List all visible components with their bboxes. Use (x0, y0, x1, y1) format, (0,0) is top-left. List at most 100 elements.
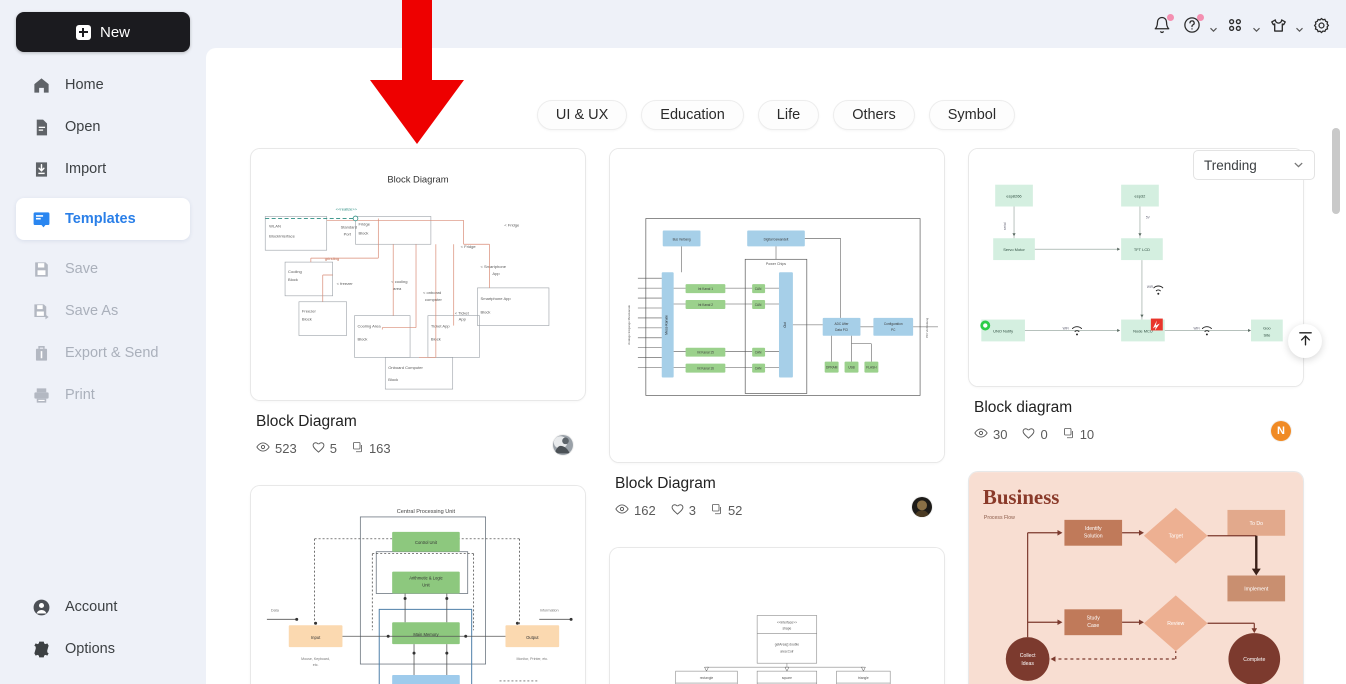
svg-text:getArea():double: getArea():double (775, 642, 800, 646)
views-stat: 162 (615, 502, 656, 519)
sidebar-item-label: Templates (65, 211, 136, 227)
svg-text:USB: USB (848, 366, 855, 370)
svg-text:grinding: grinding (325, 256, 339, 261)
template-grid: Block Diagram WLAN BlockInterface Fridge… (250, 148, 1346, 684)
svg-text:Int Kanal 1: Int Kanal 1 (698, 287, 713, 291)
card-title[interactable]: Block diagram (974, 399, 1304, 417)
avatar[interactable]: N (1270, 420, 1292, 442)
chevron-down-icon[interactable] (1209, 21, 1218, 32)
template-thumbnail[interactable]: Power Chips Bus Verbang Digital Gewandel… (609, 148, 945, 463)
svg-text:Block: Block (431, 336, 442, 341)
svg-text:Mouse, Keyboard,: Mouse, Keyboard, (301, 657, 330, 661)
copies-stat: 163 (352, 441, 391, 456)
svg-text:Data: Data (271, 608, 280, 612)
svg-text:< Fridge: < Fridge (504, 222, 520, 227)
svg-text:area:Colr: area:Colr (780, 649, 794, 653)
sidebar-item-open[interactable]: Open (16, 106, 190, 148)
sidebar-item-save[interactable]: Save (16, 248, 190, 290)
svg-text:esp32: esp32 (1135, 194, 1146, 199)
svg-text:Block Diagram: Block Diagram (387, 174, 448, 185)
category-chip-others[interactable]: Others (833, 100, 915, 130)
sort-dropdown[interactable]: Trending (1193, 150, 1315, 180)
bell-icon[interactable] (1149, 12, 1175, 38)
chip-label: Others (852, 107, 896, 123)
svg-text:CAN: CAN (755, 287, 762, 291)
sidebar-item-options[interactable]: Options (16, 628, 190, 670)
template-card-uml[interactable]: <<interface>> shape getArea():double are… (609, 547, 945, 684)
scroll-to-top-button[interactable] (1288, 324, 1322, 358)
svg-text:Ideas: Ideas (1021, 661, 1034, 667)
svg-text:Freezer: Freezer (302, 309, 317, 314)
copies-stat: 52 (711, 503, 742, 518)
sidebar-item-label: Print (65, 387, 95, 403)
category-chip-life[interactable]: Life (757, 100, 820, 130)
template-card-cpu[interactable]: Central Processing Unit Control Unit Ari… (250, 485, 586, 684)
svg-text:esp8266: esp8266 (1006, 194, 1022, 199)
template-thumbnail[interactable]: Business Process Flow Identify Solution … (968, 471, 1304, 684)
category-chip-symbol[interactable]: Symbol (928, 100, 1016, 130)
template-card-business[interactable]: Business Process Flow Identify Solution … (968, 471, 1304, 684)
avatar-initial: N (1271, 421, 1291, 441)
copy-icon (352, 441, 364, 456)
template-card-block-diagram-2[interactable]: Power Chips Bus Verbang Digital Gewandel… (609, 148, 945, 537)
svg-text:Goo: Goo (1263, 325, 1271, 330)
card-title[interactable]: Block Diagram (256, 413, 586, 431)
svg-text:Output: Output (526, 635, 539, 640)
template-card-block-diagram-1[interactable]: Block Diagram WLAN BlockInterface Fridge… (250, 148, 586, 475)
apps-grid-icon[interactable] (1222, 12, 1248, 38)
heart-icon (671, 503, 684, 519)
sidebar-item-export-send[interactable]: Export & Send (16, 332, 190, 374)
svg-text:Int Kanal 16: Int Kanal 16 (697, 367, 714, 371)
svg-text:Out: Out (783, 322, 787, 327)
sidebar-item-templates[interactable]: Templates (16, 198, 190, 240)
scrollbar-track[interactable] (1332, 48, 1340, 684)
template-thumbnail[interactable]: Central Processing Unit Control Unit Ari… (250, 485, 586, 684)
avatar[interactable] (552, 434, 574, 456)
sidebar-item-home[interactable]: Home (16, 64, 190, 106)
category-chip-ui-ux[interactable]: UI & UX (536, 100, 628, 130)
settings-gear-icon[interactable] (1308, 12, 1334, 38)
new-button[interactable]: New (16, 12, 190, 52)
sidebar-item-label: Save As (65, 303, 119, 319)
svg-text:< Fridge: < Fridge (461, 244, 477, 249)
template-thumbnail[interactable]: Block Diagram WLAN BlockInterface Fridge… (250, 148, 586, 401)
account-icon (32, 598, 51, 617)
template-thumbnail[interactable]: esp8266 esp32 Servo Motor TFT LCD UNO No… (968, 148, 1304, 387)
svg-text:Block: Block (288, 277, 299, 282)
shirt-icon[interactable] (1265, 12, 1291, 38)
gear-icon (32, 640, 51, 659)
likes-count: 0 (1040, 427, 1048, 442)
sidebar-divider-2 (0, 240, 206, 248)
sidebar-item-print[interactable]: Print (16, 374, 190, 416)
svg-text:Digital Gewandelt: Digital Gewandelt (764, 237, 789, 241)
card-title[interactable]: Block Diagram (615, 475, 945, 493)
help-icon[interactable] (1179, 12, 1205, 38)
scrollbar-thumb[interactable] (1332, 128, 1340, 214)
chevron-down-icon-2[interactable] (1252, 21, 1261, 32)
svg-text:Smartphone App: Smartphone App (481, 296, 512, 301)
sort-value: Trending (1204, 157, 1257, 173)
sidebar-item-import[interactable]: Import (16, 148, 190, 190)
svg-text:Bus Verbang: Bus Verbang (673, 237, 691, 241)
svg-text:Int Kanal 2: Int Kanal 2 (698, 303, 713, 307)
category-chip-education[interactable]: Education (641, 100, 744, 130)
svg-text:App: App (492, 271, 500, 276)
avatar[interactable] (911, 496, 933, 518)
template-card-block-diagram-3[interactable]: esp8266 esp32 Servo Motor TFT LCD UNO No… (968, 148, 1304, 461)
template-thumbnail[interactable]: <<interface>> shape getArea():double are… (609, 547, 945, 684)
svg-text:Information: Information (540, 608, 559, 612)
sidebar-item-account[interactable]: Account (16, 586, 190, 628)
chevron-down-icon-3[interactable] (1295, 21, 1304, 32)
svg-text:Solution: Solution (1084, 534, 1103, 540)
svg-text:Standard: Standard (341, 224, 357, 229)
card-meta: 30 0 10 N (974, 420, 1304, 443)
svg-text:WiFi: WiFi (1194, 326, 1201, 330)
views-count: 30 (993, 427, 1008, 442)
svg-text:DPRAM: DPRAM (826, 366, 838, 370)
sidebar-item-save-as[interactable]: Save As (16, 290, 190, 332)
copies-stat: 10 (1063, 427, 1094, 442)
svg-text:Analoge Eingange Messkanale: Analoge Eingange Messkanale (627, 305, 631, 345)
chevron-down-icon (1293, 158, 1304, 173)
svg-text:< freezer: < freezer (337, 281, 354, 286)
